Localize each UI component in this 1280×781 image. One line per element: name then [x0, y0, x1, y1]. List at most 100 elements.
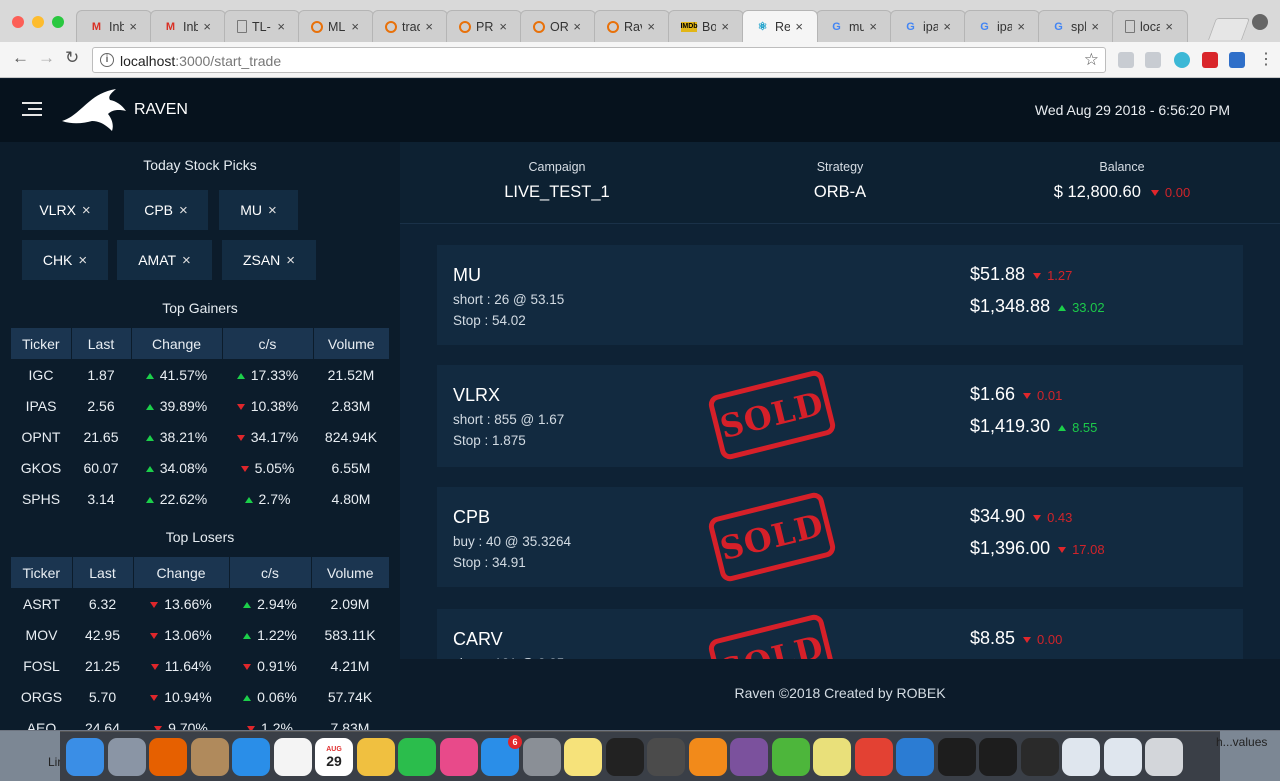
stock-pick-chip[interactable]: VLRX ×	[22, 190, 108, 230]
tab-close-icon[interactable]: ×	[795, 19, 803, 34]
browser-tab[interactable]: Rav ×	[594, 10, 670, 42]
remove-chip-icon[interactable]: ×	[286, 252, 295, 269]
notes-icon[interactable]	[564, 738, 602, 776]
extension-icon[interactable]	[1145, 52, 1161, 68]
browser-tab[interactable]: Gipa ×	[890, 10, 966, 42]
tab-close-icon[interactable]: ×	[499, 19, 507, 34]
table-row[interactable]: GKOS 60.07 34.08% 5.05% 6.55M	[11, 452, 389, 483]
browser-tab[interactable]: Gsph ×	[1038, 10, 1114, 42]
table-row[interactable]: IGC 1.87 41.57% 17.33% 21.52M	[11, 359, 389, 390]
address-bar[interactable]: i localhost:3000/start_trade ☆	[92, 47, 1106, 73]
browser-tab[interactable]: trad ×	[372, 10, 448, 42]
browser-tab[interactable]: Gmu ×	[816, 10, 892, 42]
tab-close-icon[interactable]: ×	[203, 19, 211, 34]
browser-tab[interactable]: ⚛ Rea ×	[742, 10, 818, 42]
browser-tab[interactable]: TL- ×	[224, 10, 300, 42]
stock-pick-chip[interactable]: MU ×	[219, 190, 298, 230]
table-row[interactable]: IPAS 2.56 39.89% 10.38% 2.83M	[11, 390, 389, 421]
facetime-icon[interactable]	[398, 738, 436, 776]
tab-close-icon[interactable]: ×	[869, 19, 877, 34]
remove-chip-icon[interactable]: ×	[78, 252, 87, 269]
launchpad-icon[interactable]	[107, 738, 146, 776]
new-tab-button[interactable]	[1207, 18, 1251, 40]
minimize-window-icon[interactable]	[32, 16, 44, 28]
tab-close-icon[interactable]: ×	[425, 19, 433, 34]
window-thumb-icon[interactable]	[979, 738, 1017, 776]
remove-chip-icon[interactable]: ×	[82, 202, 91, 219]
chrome-icon[interactable]	[854, 738, 893, 776]
tab-close-icon[interactable]: ×	[277, 19, 285, 34]
table-row[interactable]: ASRT 6.32 13.66% 2.94% 2.09M	[11, 588, 389, 619]
position-card[interactable]: CPB buy : 40 @ 35.3264 Stop : 34.91 $34.90 0…	[437, 487, 1243, 587]
itunes-icon[interactable]	[439, 738, 478, 776]
forward-arrow-icon[interactable]: →	[38, 48, 55, 68]
reload-icon[interactable]: ↻	[65, 48, 79, 68]
table-row[interactable]: OPNT 21.65 38.21% 34.17% 824.94K	[11, 421, 389, 452]
contacts-icon[interactable]	[190, 738, 229, 776]
tab-close-icon[interactable]: ×	[351, 19, 359, 34]
document-icon[interactable]	[1103, 738, 1142, 776]
tab-close-icon[interactable]: ×	[129, 19, 137, 34]
terminal-icon[interactable]	[605, 738, 644, 776]
trash-icon[interactable]	[1145, 738, 1183, 776]
window-thumb-icon[interactable]	[1020, 738, 1059, 776]
firefox-icon[interactable]	[149, 738, 187, 776]
table-row[interactable]: FOSL 21.25 11.64% 0.91% 4.21M	[11, 650, 389, 681]
close-window-icon[interactable]	[12, 16, 24, 28]
browser-tab[interactable]: Gipas ×	[964, 10, 1040, 42]
youtube-extension-icon[interactable]	[1202, 52, 1218, 68]
back-arrow-icon[interactable]: ←	[12, 48, 29, 68]
tab-close-icon[interactable]: ×	[1165, 19, 1173, 34]
browser-tab[interactable]: M Inbo ×	[76, 10, 152, 42]
stock-pick-chip[interactable]: AMAT ×	[117, 240, 212, 280]
stickies-icon[interactable]	[813, 738, 851, 776]
tab-close-icon[interactable]: ×	[647, 19, 655, 34]
table-row[interactable]: AEO 24.64 9.70% 1.2% 7.83M	[11, 712, 389, 731]
browser-tab[interactable]: ORE ×	[520, 10, 596, 42]
markdown-icon[interactable]	[896, 738, 934, 776]
stock-pick-chip[interactable]: CHK ×	[22, 240, 108, 280]
tab-close-icon[interactable]: ×	[1017, 19, 1025, 34]
table-row[interactable]: MOV 42.95 13.06% 1.22% 583.11K	[11, 619, 389, 650]
remove-chip-icon[interactable]: ×	[179, 202, 188, 219]
reminders-icon[interactable]	[273, 738, 312, 776]
finder-icon[interactable]	[66, 738, 104, 776]
vlc-icon[interactable]	[688, 738, 727, 776]
sublime-icon[interactable]	[647, 738, 685, 776]
stock-pick-chip[interactable]: CPB ×	[124, 190, 208, 230]
document-icon[interactable]	[1062, 738, 1100, 776]
system-preferences-icon[interactable]	[522, 738, 561, 776]
bookmark-star-icon[interactable]: ☆	[1084, 50, 1099, 70]
position-card[interactable]: MU short : 26 @ 53.15 Stop : 54.02 $51.88 1.…	[437, 245, 1243, 345]
save-extension-icon[interactable]	[1229, 52, 1245, 68]
utorrent-icon[interactable]	[771, 738, 810, 776]
tab-close-icon[interactable]: ×	[573, 19, 581, 34]
zoom-window-icon[interactable]	[52, 16, 64, 28]
tab-close-icon[interactable]: ×	[943, 19, 951, 34]
safari-icon[interactable]	[232, 738, 270, 776]
window-thumb-icon[interactable]	[937, 738, 976, 776]
menu-toggle-icon[interactable]	[22, 99, 42, 119]
table-row[interactable]: SPHS 3.14 22.62% 2.7% 4.80M	[11, 483, 389, 514]
browser-tab[interactable]: PRE ×	[446, 10, 522, 42]
profile-icon[interactable]	[1252, 14, 1268, 30]
site-info-icon[interactable]: i	[100, 53, 114, 67]
tab-close-icon[interactable]: ×	[721, 19, 729, 34]
photos-icon[interactable]	[356, 738, 395, 776]
remove-chip-icon[interactable]: ×	[268, 202, 277, 219]
browser-tab[interactable]: IMDb Bon ×	[668, 10, 744, 42]
tab-close-icon[interactable]: ×	[1091, 19, 1099, 34]
extension-icon[interactable]	[1174, 52, 1190, 68]
extension-icon[interactable]	[1118, 52, 1134, 68]
app-store-icon[interactable]: 6	[481, 735, 522, 776]
position-card[interactable]: VLRX short : 855 @ 1.67 Stop : 1.875 $1.66 0…	[437, 365, 1243, 467]
browser-tab[interactable]: M Inbo ×	[150, 10, 226, 42]
table-row[interactable]: ORGS 5.70 10.94% 0.06% 57.74K	[11, 681, 389, 712]
menu-kebab-icon[interactable]: ⋮	[1258, 49, 1274, 69]
stock-pick-chip[interactable]: ZSAN ×	[222, 240, 316, 280]
remove-chip-icon[interactable]: ×	[182, 252, 191, 269]
browser-tab[interactable]: loca ×	[1112, 10, 1188, 42]
calendar-icon[interactable]: AUG 29	[315, 738, 353, 776]
viber-icon[interactable]	[730, 738, 768, 776]
browser-tab[interactable]: ML ×	[298, 10, 374, 42]
